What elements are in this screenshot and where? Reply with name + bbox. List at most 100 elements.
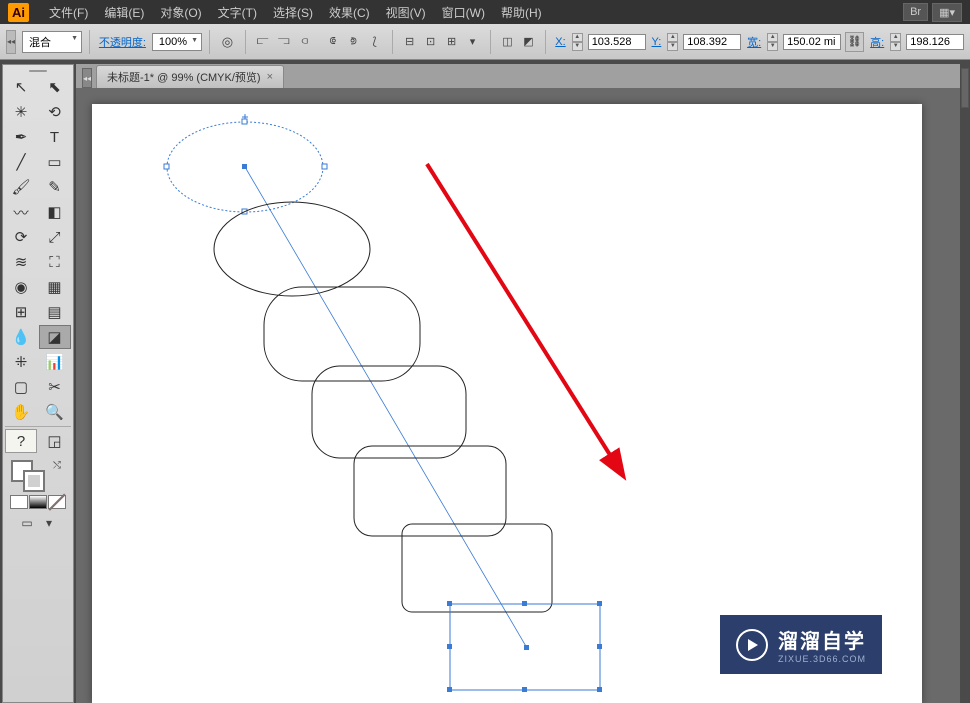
free-transform-tool[interactable]: ⛶ xyxy=(39,250,71,274)
transform-buttons: ◫ ◩ xyxy=(497,32,538,52)
close-tab-icon[interactable]: × xyxy=(267,71,273,83)
hand-tool[interactable]: ✋ xyxy=(5,400,37,424)
screen-mode-icon[interactable]: ▭ xyxy=(17,514,37,532)
transform-icon-1[interactable]: ◫ xyxy=(497,32,517,52)
artwork-svg xyxy=(92,104,922,703)
tab-expander[interactable]: ◂◂ xyxy=(82,68,92,88)
blend-mode-dropdown[interactable]: 混合 xyxy=(22,31,82,53)
dist-v-icon[interactable]: ⊡ xyxy=(421,32,441,52)
menubar: Ai 文件(F) 编辑(E) 对象(O) 文字(T) 选择(S) 效果(C) 视… xyxy=(0,0,970,24)
align-top-icon[interactable]: ⟃ xyxy=(323,32,343,52)
help-tool-icon[interactable]: ? xyxy=(5,429,37,453)
menu-edit[interactable]: 编辑(E) xyxy=(96,4,152,21)
document-tab-title: 未标题-1* @ 99% (CMYK/预览) xyxy=(107,69,261,85)
fill-stroke-swatch[interactable]: ⤭ xyxy=(5,458,71,492)
control-expander[interactable]: ◂◂ xyxy=(6,30,16,54)
stroke-swatch[interactable] xyxy=(23,470,45,492)
workspace: ↖⬉✳⟲✒T╱▭🖌✎〰◧⟳⤢≋⛶◉▦⊞▤💧◪⁜📊▢✂✋🔍?◲⤭▭▾ ◂◂ 未标题… xyxy=(0,60,970,703)
x-stepper[interactable]: ▲▼ xyxy=(572,33,583,51)
play-icon xyxy=(736,629,768,661)
pen-tool[interactable]: ✒ xyxy=(5,125,37,149)
layout-button[interactable]: ▦▾ xyxy=(932,3,962,22)
align-bottom-icon[interactable]: ⟅ xyxy=(365,32,385,52)
opacity-label[interactable]: 不透明度: xyxy=(97,34,148,50)
lasso-tool[interactable]: ⟲ xyxy=(39,100,71,124)
rotate-tool[interactable]: ⟳ xyxy=(5,225,37,249)
perspective-tool[interactable]: ▦ xyxy=(39,275,71,299)
swap-fill-stroke-icon[interactable]: ⤭ xyxy=(53,460,61,471)
zoom-tool[interactable]: 🔍 xyxy=(39,400,71,424)
mesh-tool[interactable]: ⊞ xyxy=(5,300,37,324)
dist-h-icon[interactable]: ⊟ xyxy=(400,32,420,52)
tool-panel-grip[interactable] xyxy=(5,67,71,75)
dist-spacing-icon[interactable]: ⊞ xyxy=(442,32,462,52)
opacity-input[interactable]: 100% xyxy=(152,33,202,51)
align-hcenter-icon[interactable]: ⫎ xyxy=(274,32,294,52)
document-area: ◂◂ 未标题-1* @ 99% (CMYK/预览) × xyxy=(76,64,960,703)
screen-mode-dropdown-icon[interactable]: ▾ xyxy=(39,514,59,532)
width-tool[interactable]: ≋ xyxy=(5,250,37,274)
blend-tool[interactable]: ◪ xyxy=(39,325,71,349)
watermark-en: ZIXUE.3D66.COM xyxy=(778,654,866,664)
pencil-tool[interactable]: ✎ xyxy=(39,175,71,199)
graph-tool[interactable]: 📊 xyxy=(39,350,71,374)
y-label[interactable]: Y: xyxy=(650,36,664,48)
artboard[interactable]: 溜溜自学 ZIXUE.3D66.COM xyxy=(92,104,922,703)
right-panel-strip xyxy=(960,60,970,703)
eyedropper-tool[interactable]: 💧 xyxy=(5,325,37,349)
watermark-cn: 溜溜自学 xyxy=(778,625,866,654)
document-tab[interactable]: 未标题-1* @ 99% (CMYK/预览) × xyxy=(96,65,284,88)
h-label[interactable]: 高: xyxy=(868,34,886,50)
align-vcenter-icon[interactable]: ⟄ xyxy=(344,32,364,52)
paintbrush-tool[interactable]: 🖌 xyxy=(5,175,37,199)
h-input[interactable]: 198.126 xyxy=(906,34,964,50)
symbol-sprayer-tool[interactable]: ⁜ xyxy=(5,350,37,374)
menu-object[interactable]: 对象(O) xyxy=(152,4,209,21)
h-stepper[interactable]: ▲▼ xyxy=(890,33,901,51)
menu-help[interactable]: 帮助(H) xyxy=(493,4,550,21)
eraser-tool[interactable]: ◧ xyxy=(39,200,71,224)
bridge-button[interactable]: Br xyxy=(903,3,928,21)
color-solid-icon[interactable] xyxy=(10,495,28,509)
menu-file[interactable]: 文件(F) xyxy=(41,4,96,21)
right-panel-expander[interactable] xyxy=(961,68,969,108)
align-to-icon[interactable]: ▾ xyxy=(463,32,483,52)
menu-effect[interactable]: 效果(C) xyxy=(321,4,378,21)
link-wh-icon[interactable]: ⛓ xyxy=(845,32,864,52)
gradient-tool[interactable]: ▤ xyxy=(39,300,71,324)
line-tool[interactable]: ╱ xyxy=(5,150,37,174)
w-label[interactable]: 宽: xyxy=(745,34,763,50)
transform-icon-2[interactable]: ◩ xyxy=(518,32,538,52)
menu-view[interactable]: 视图(V) xyxy=(378,4,434,21)
recolor-icon[interactable]: ◎ xyxy=(217,30,238,54)
scale-tool[interactable]: ⤢ xyxy=(39,225,71,249)
type-tool[interactable]: T xyxy=(39,125,71,149)
app-logo: Ai xyxy=(8,3,29,22)
slice-tool[interactable]: ✂ xyxy=(39,375,71,399)
menu-window[interactable]: 窗口(W) xyxy=(434,4,493,21)
w-stepper[interactable]: ▲▼ xyxy=(767,33,778,51)
artboard-tool[interactable]: ▢ xyxy=(5,375,37,399)
direct-selection-tool[interactable]: ⬉ xyxy=(39,75,71,99)
shape-builder-tool[interactable]: ◉ xyxy=(5,275,37,299)
screen-mode-row: ▭▾ xyxy=(5,514,71,532)
tool-panel: ↖⬉✳⟲✒T╱▭🖌✎〰◧⟳⤢≋⛶◉▦⊞▤💧◪⁜📊▢✂✋🔍?◲⤭▭▾ xyxy=(2,64,74,703)
align-buttons: ⫍ ⫎ ⫏ ⟃ ⟄ ⟅ xyxy=(253,32,385,52)
y-stepper[interactable]: ▲▼ xyxy=(667,33,678,51)
magic-wand-tool[interactable]: ✳ xyxy=(5,100,37,124)
x-label[interactable]: X: xyxy=(553,36,567,48)
default-fg-bg-icon[interactable]: ◲ xyxy=(39,429,71,453)
color-none-icon[interactable] xyxy=(48,495,66,509)
blob-brush-tool[interactable]: 〰 xyxy=(5,200,37,224)
x-input[interactable]: 103.528 xyxy=(588,34,646,50)
align-right-icon[interactable]: ⫏ xyxy=(295,32,315,52)
canvas-viewport[interactable]: 溜溜自学 ZIXUE.3D66.COM xyxy=(76,88,960,703)
w-input[interactable]: 150.02 mi xyxy=(783,34,841,50)
align-left-icon[interactable]: ⫍ xyxy=(253,32,273,52)
menu-select[interactable]: 选择(S) xyxy=(265,4,321,21)
y-input[interactable]: 108.392 xyxy=(683,34,741,50)
rectangle-tool[interactable]: ▭ xyxy=(39,150,71,174)
color-gradient-icon[interactable] xyxy=(29,495,47,509)
selection-tool[interactable]: ↖ xyxy=(5,75,37,99)
menu-type[interactable]: 文字(T) xyxy=(210,4,265,21)
